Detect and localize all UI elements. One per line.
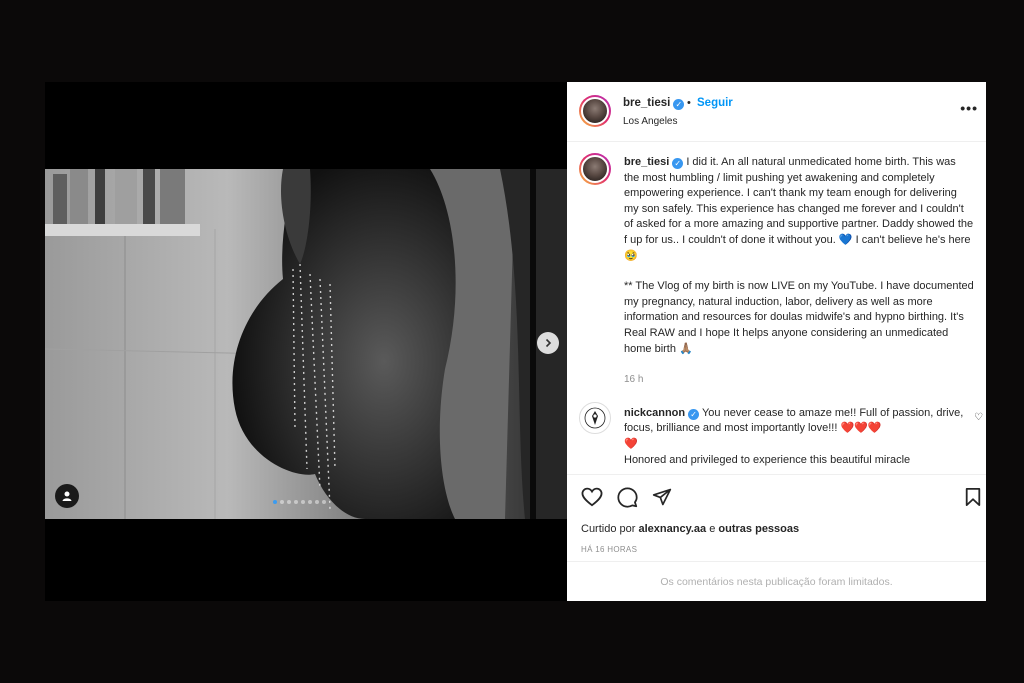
- liked-prefix: Curtido por: [581, 523, 636, 535]
- post-timestamp[interactable]: HÁ 16 HORAS: [581, 545, 637, 554]
- location-link[interactable]: Los Angeles: [623, 116, 678, 127]
- carousel-dot: [301, 500, 305, 504]
- comment-icon[interactable]: [617, 487, 638, 508]
- share-icon[interactable]: [652, 487, 672, 507]
- header-username[interactable]: bre_tiesi ✓: [623, 97, 685, 110]
- verified-icon: ✓: [672, 158, 684, 169]
- like-heart-icon[interactable]: [581, 487, 603, 507]
- liked-user-link[interactable]: alexnancy.aa: [638, 523, 706, 535]
- nickcannon-logo-icon: [584, 407, 606, 429]
- caption-timestamp[interactable]: 16 h: [624, 372, 974, 388]
- chevron-right-icon: [545, 338, 552, 348]
- like-comment-icon[interactable]: ♡: [974, 410, 983, 426]
- carousel-dot: [322, 500, 326, 504]
- more-options-icon[interactable]: •••: [960, 100, 978, 116]
- comments-list[interactable]: bre_tiesi ✓ I did it. An all natural unme…: [567, 143, 986, 474]
- carousel-dot: [315, 500, 319, 504]
- carousel-dot: [308, 500, 312, 504]
- carousel-dot: [294, 500, 298, 504]
- next-slide-button[interactable]: [537, 332, 559, 354]
- caption-paragraph-2: ** The Vlog of my birth is now LIVE on m…: [624, 280, 974, 355]
- save-button[interactable]: [964, 487, 982, 510]
- comment-username[interactable]: nickcannon: [624, 407, 685, 419]
- shower-photo-image: [45, 169, 567, 519]
- tagged-users-button[interactable]: [55, 484, 79, 508]
- caption-avatar[interactable]: [579, 153, 611, 185]
- caption-username[interactable]: bre_tiesi: [624, 156, 669, 168]
- carousel-indicator: [273, 500, 326, 504]
- comment-heart: ❤️: [624, 437, 638, 450]
- bookmark-icon: [965, 488, 981, 506]
- verified-icon: ✓: [688, 408, 700, 420]
- comment-item: nickcannon ✓ You never cease to amaze me!…: [567, 401, 986, 468]
- comment-hearts: ❤️❤️❤️: [840, 422, 882, 435]
- header-username-text[interactable]: bre_tiesi: [623, 97, 670, 109]
- post-header: bre_tiesi ✓ • Seguir Los Angeles •••: [567, 82, 986, 142]
- post-media: [45, 82, 567, 601]
- avatar[interactable]: [579, 95, 611, 127]
- post-photo[interactable]: [45, 169, 567, 519]
- carousel-dot: [287, 500, 291, 504]
- carousel-dot: [280, 500, 284, 504]
- liked-others-link[interactable]: outras pessoas: [718, 523, 799, 535]
- follow-button[interactable]: Seguir: [697, 97, 733, 109]
- likes-summary: Curtido por alexnancy.aa e outras pessoa…: [581, 523, 799, 535]
- verified-icon: ✓: [673, 99, 685, 110]
- caption-paragraph-1: bre_tiesi ✓ I did it. An all natural unme…: [624, 155, 974, 264]
- comments-limited-notice: Os comentários nesta publicação foram li…: [567, 561, 986, 602]
- liked-conjunction: e: [709, 523, 716, 535]
- caption-text-1: I did it. An all natural unmedicated hom…: [624, 156, 974, 262]
- post-side-panel: bre_tiesi ✓ • Seguir Los Angeles ••• bre_…: [567, 82, 986, 601]
- action-icons: [581, 487, 672, 508]
- separator-dot: •: [687, 97, 691, 109]
- caption: bre_tiesi ✓ I did it. An all natural unme…: [567, 143, 986, 388]
- carousel-dot: [273, 500, 277, 504]
- instagram-post: bre_tiesi ✓ • Seguir Los Angeles ••• bre_…: [45, 82, 986, 601]
- comment-avatar[interactable]: [579, 401, 611, 434]
- post-actions: Curtido por alexnancy.aa e outras pessoa…: [567, 474, 986, 601]
- comment-text-2: Honored and privileged to experience thi…: [624, 453, 911, 466]
- user-icon: [62, 491, 72, 501]
